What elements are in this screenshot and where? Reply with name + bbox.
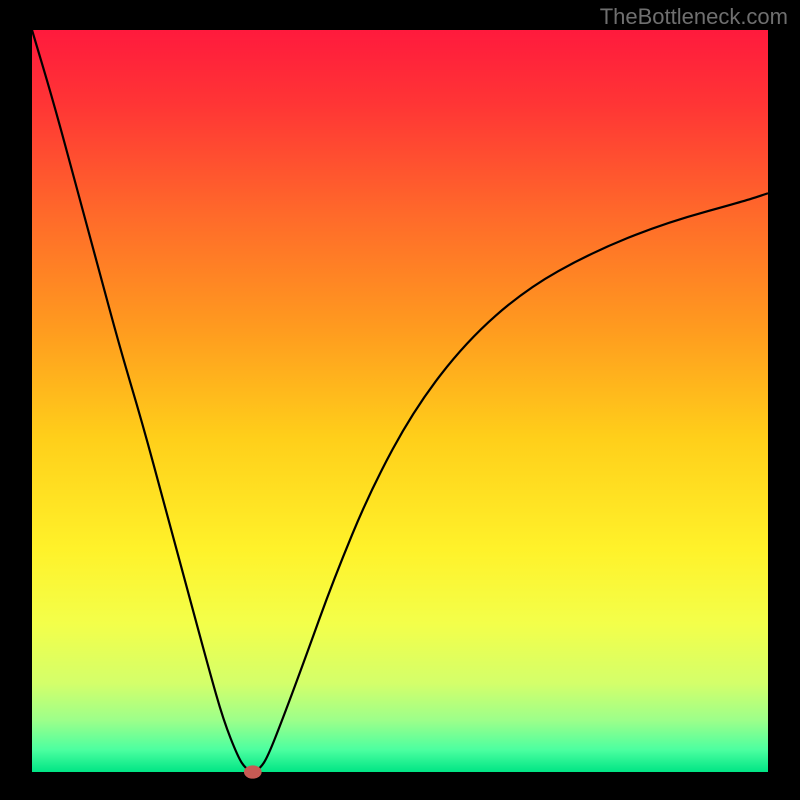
chart-frame: TheBottleneck.com (0, 0, 800, 800)
minimum-marker (244, 765, 262, 778)
watermark-text: TheBottleneck.com (600, 4, 788, 30)
plot-background (32, 30, 768, 772)
bottleneck-chart (0, 0, 800, 800)
